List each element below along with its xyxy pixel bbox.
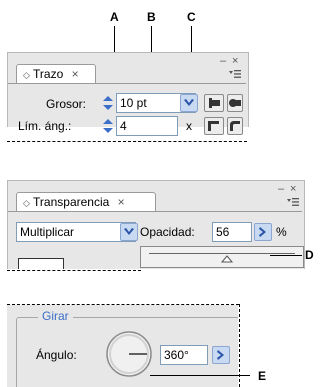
- opacity-slider-popup: [140, 246, 304, 268]
- callout-e: E: [258, 369, 267, 383]
- grosor-spinner[interactable]: [101, 94, 115, 112]
- slider-thumb-icon[interactable]: [221, 255, 233, 263]
- tab-transparencia-label: Transparencia: [33, 195, 110, 209]
- angle-slider-button[interactable]: [212, 346, 230, 364]
- tab-close-icon[interactable]: ×: [72, 67, 79, 81]
- panel-minimize-icon[interactable]: –: [220, 55, 226, 67]
- opacity-label: Opacidad:: [140, 225, 195, 239]
- cap-round-button[interactable]: [227, 94, 243, 112]
- chevron-right-icon: [217, 350, 224, 360]
- miter-join-icon: [208, 121, 219, 131]
- blend-mode-dropdown-button[interactable]: [120, 223, 138, 241]
- grosor-value: 10 pt: [120, 96, 147, 110]
- panel-minimize-icon[interactable]: –: [278, 183, 284, 195]
- tab-diamond-icon: ◇: [23, 198, 30, 208]
- callout-c: C: [187, 10, 196, 24]
- grosor-dropdown-button[interactable]: [180, 94, 198, 112]
- butt-cap-icon: [209, 98, 220, 108]
- round-cap-icon: [229, 99, 241, 107]
- lim-value: 4: [120, 119, 127, 133]
- opacity-value: 56: [216, 225, 230, 239]
- angle-field[interactable]: 360°: [160, 345, 208, 365]
- panel-menu-icon[interactable]: [228, 69, 242, 79]
- lim-field[interactable]: 4: [116, 116, 178, 136]
- trazo-cut-edge: [7, 141, 247, 142]
- blend-mode-value: Multiplicar: [20, 225, 75, 239]
- callout-d-line: [270, 255, 302, 256]
- callout-a: A: [110, 10, 119, 24]
- join-miter-button[interactable]: [204, 117, 224, 135]
- opacity-slider-button[interactable]: [254, 223, 272, 241]
- transparencia-cut-edge: [7, 270, 141, 271]
- angle-value: 360°: [164, 348, 189, 362]
- girar-group-title: Girar: [38, 309, 73, 323]
- callout-d: D: [305, 248, 314, 262]
- tab-trazo-label: Trazo: [33, 67, 64, 81]
- callout-b: B: [147, 10, 156, 24]
- lim-label: Lím. áng.:: [18, 119, 72, 133]
- blend-mode-select[interactable]: Multiplicar: [16, 222, 136, 242]
- grosor-label: Grosor:: [46, 97, 87, 111]
- angle-dial[interactable]: [105, 330, 153, 378]
- panel-close-icon[interactable]: ×: [290, 183, 296, 195]
- panel-close-icon[interactable]: ×: [232, 55, 238, 67]
- opacity-field[interactable]: 56: [212, 222, 252, 242]
- chevron-down-icon: [124, 228, 134, 235]
- slider-track[interactable]: [149, 253, 295, 254]
- tab-diamond-icon: ◇: [23, 70, 30, 80]
- thumbnail-preview: [18, 258, 64, 269]
- round-join-icon: [230, 121, 240, 131]
- chevron-right-icon: [259, 227, 266, 237]
- lim-unit: x: [186, 119, 192, 133]
- panel-menu-icon[interactable]: [286, 197, 300, 207]
- opacity-unit: %: [276, 225, 287, 239]
- lim-spinner[interactable]: [101, 117, 115, 135]
- join-round-button[interactable]: [227, 117, 243, 135]
- tab-transparencia[interactable]: ◇ Transparencia ×: [16, 192, 156, 211]
- tab-trazo[interactable]: ◇ Trazo ×: [16, 64, 96, 83]
- callout-e-line: [150, 375, 250, 376]
- tab-close-icon[interactable]: ×: [118, 195, 125, 209]
- angle-label: Ángulo:: [36, 348, 77, 362]
- chevron-down-icon: [184, 99, 194, 106]
- cap-butt-button[interactable]: [204, 94, 224, 112]
